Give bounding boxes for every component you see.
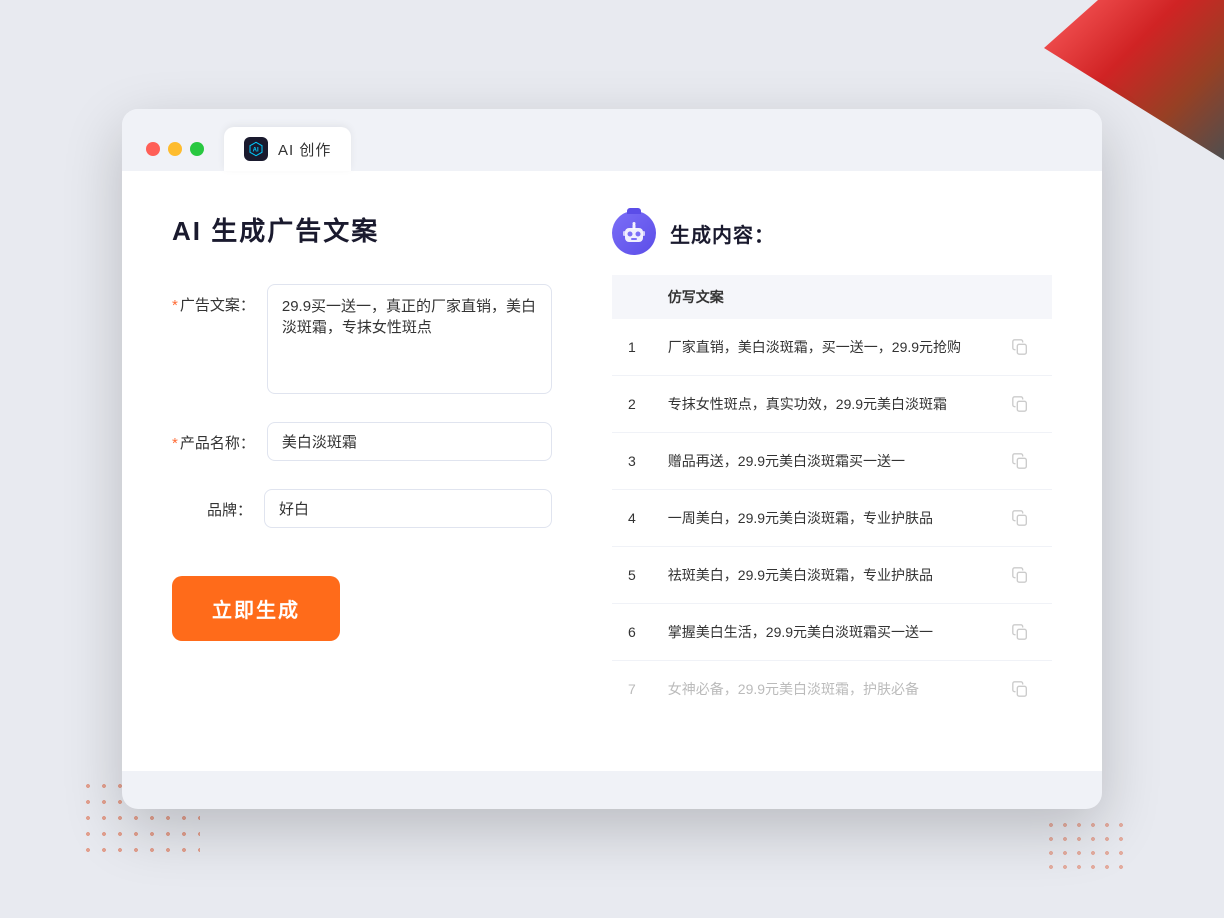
col-text-header: 仿写文案 [652, 275, 990, 319]
result-title: 生成内容： [670, 219, 775, 248]
brand-label: 品牌： [172, 489, 252, 520]
product-name-label: *产品名称： [172, 422, 255, 453]
title-bar: AI AI 创作 [122, 109, 1102, 171]
left-panel: AI 生成广告文案 *广告文案： *产品名称： 品牌： 立 [172, 211, 552, 721]
required-star-1: * [172, 297, 178, 314]
ad-copy-group: *广告文案： [172, 284, 552, 394]
row-number: 6 [612, 604, 652, 661]
table-row: 3 赠品再送，29.9元美白淡斑霜买一送一 [612, 433, 1052, 490]
copy-button[interactable] [1006, 447, 1034, 475]
close-button[interactable] [146, 142, 160, 156]
tab-icon: AI [244, 137, 268, 161]
table-row: 6 掌握美白生活，29.9元美白淡斑霜买一送一 [612, 604, 1052, 661]
svg-text:AI: AI [253, 148, 259, 154]
copy-button[interactable] [1006, 675, 1034, 703]
robot-icon [612, 211, 656, 255]
table-row: 1 厂家直销，美白淡斑霜，买一送一，29.9元抢购 [612, 319, 1052, 376]
result-table: 仿写文案 1 厂家直销，美白淡斑霜，买一送一，29.9元抢购 2 专抹女性斑点，… [612, 275, 1052, 717]
row-number: 1 [612, 319, 652, 376]
copy-button[interactable] [1006, 618, 1034, 646]
window-controls [146, 142, 204, 156]
row-text: 掌握美白生活，29.9元美白淡斑霜买一送一 [652, 604, 990, 661]
required-star-2: * [172, 435, 178, 452]
tab-title: AI 创作 [278, 139, 331, 160]
product-name-label-text: 产品名称： [180, 435, 255, 452]
browser-window: AI AI 创作 AI 生成广告文案 *广告文案： *产品名称： [122, 109, 1102, 809]
row-text: 专抹女性斑点，真实功效，29.9元美白淡斑霜 [652, 376, 990, 433]
row-text: 一周美白，29.9元美白淡斑霜，专业护肤品 [652, 490, 990, 547]
row-number: 2 [612, 376, 652, 433]
content-area: AI 生成广告文案 *广告文案： *产品名称： 品牌： 立 [122, 171, 1102, 771]
page-title: AI 生成广告文案 [172, 211, 552, 248]
copy-cell [990, 319, 1052, 376]
row-text: 女神必备，29.9元美白淡斑霜，护肤必备 [652, 661, 990, 718]
product-name-group: *产品名称： [172, 422, 552, 461]
col-num-header [612, 275, 652, 319]
row-text: 厂家直销，美白淡斑霜，买一送一，29.9元抢购 [652, 319, 990, 376]
row-number: 5 [612, 547, 652, 604]
brand-input[interactable] [264, 489, 552, 528]
row-text: 赠品再送，29.9元美白淡斑霜买一送一 [652, 433, 990, 490]
copy-button[interactable] [1006, 504, 1034, 532]
maximize-button[interactable] [190, 142, 204, 156]
copy-cell [990, 547, 1052, 604]
copy-button[interactable] [1006, 390, 1034, 418]
table-row: 5 祛斑美白，29.9元美白淡斑霜，专业护肤品 [612, 547, 1052, 604]
table-row: 7 女神必备，29.9元美白淡斑霜，护肤必备 [612, 661, 1052, 718]
table-row: 2 专抹女性斑点，真实功效，29.9元美白淡斑霜 [612, 376, 1052, 433]
minimize-button[interactable] [168, 142, 182, 156]
table-header-row: 仿写文案 [612, 275, 1052, 319]
result-header: 生成内容： [612, 211, 1052, 255]
copy-cell [990, 661, 1052, 718]
copy-cell [990, 433, 1052, 490]
ad-copy-input[interactable] [267, 284, 552, 394]
ad-copy-label: *广告文案： [172, 284, 255, 315]
decorative-dots-right [1044, 818, 1124, 878]
product-name-input[interactable] [267, 422, 552, 461]
col-copy-header [990, 275, 1052, 319]
row-text: 祛斑美白，29.9元美白淡斑霜，专业护肤品 [652, 547, 990, 604]
copy-cell [990, 490, 1052, 547]
copy-cell [990, 376, 1052, 433]
copy-button[interactable] [1006, 333, 1034, 361]
row-number: 4 [612, 490, 652, 547]
row-number: 3 [612, 433, 652, 490]
ai-tab[interactable]: AI AI 创作 [224, 127, 351, 171]
table-row: 4 一周美白，29.9元美白淡斑霜，专业护肤品 [612, 490, 1052, 547]
right-panel: 生成内容： 仿写文案 1 厂家直销，美白淡斑霜，买一送一，29.9元抢购 [612, 211, 1052, 721]
generate-button[interactable]: 立即生成 [172, 576, 340, 641]
row-number: 7 [612, 661, 652, 718]
ad-copy-label-text: 广告文案： [180, 297, 255, 314]
copy-cell [990, 604, 1052, 661]
copy-button[interactable] [1006, 561, 1034, 589]
brand-group: 品牌： [172, 489, 552, 528]
